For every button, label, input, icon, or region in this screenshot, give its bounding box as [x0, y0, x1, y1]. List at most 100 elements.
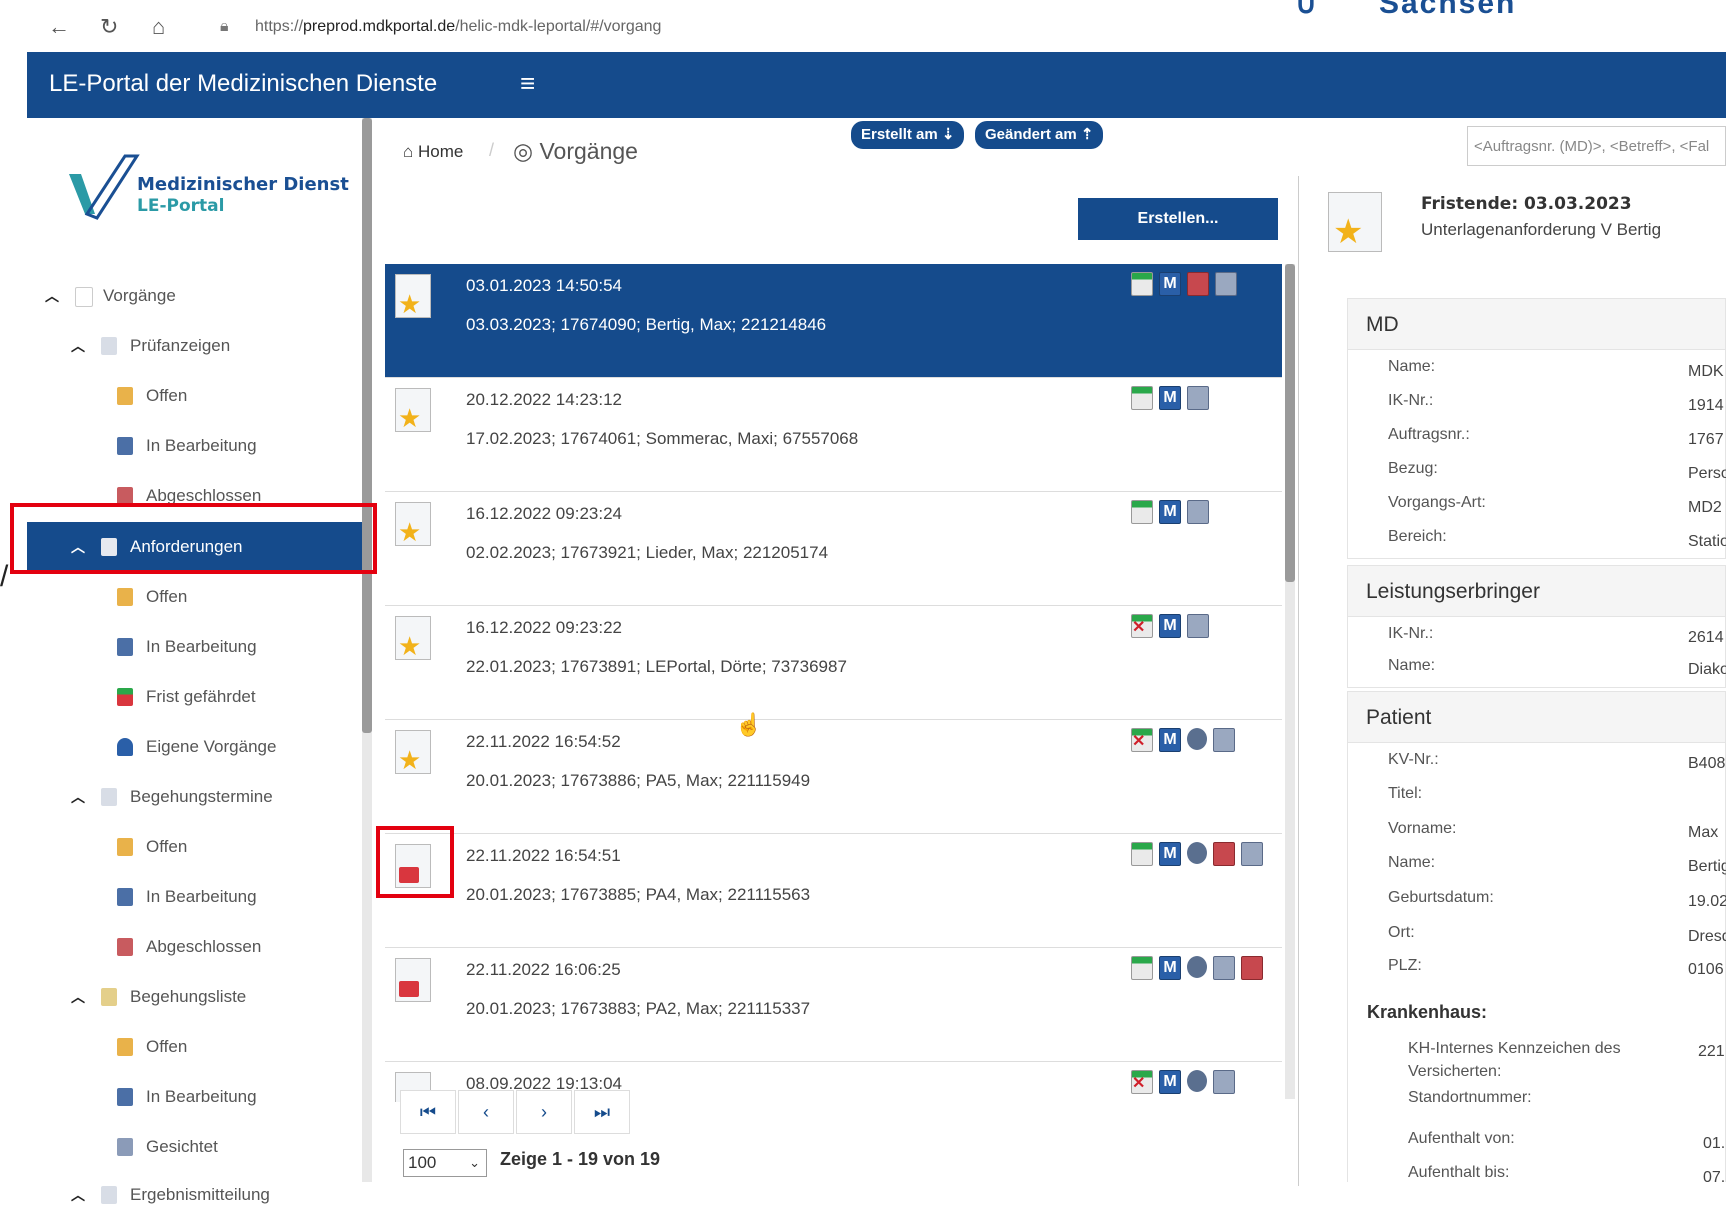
field-value: B408: [1688, 755, 1726, 772]
field-label: IK-Nr.:: [1388, 625, 1434, 642]
medical-plus-icon[interactable]: [1241, 956, 1263, 980]
table-row[interactable]: 22.11.2022 16:06:25 20.01.2023; 17673883…: [385, 948, 1282, 1062]
section-patient-header[interactable]: Patient: [1347, 691, 1726, 743]
sidebar-item-label: Offen: [146, 587, 188, 606]
chevron-up-icon[interactable]: ︿: [71, 1185, 85, 1205]
breadcrumb-home[interactable]: ⌂ Home: [403, 142, 463, 162]
calendar-icon[interactable]: [1131, 956, 1153, 980]
reload-icon[interactable]: ↻: [100, 14, 118, 40]
sort-changed-label: Geändert am: [985, 126, 1077, 143]
sidebar-item-gesichtet[interactable]: Gesichtet: [27, 1124, 365, 1170]
document-icon[interactable]: [1213, 1070, 1235, 1094]
section-md-header[interactable]: MD: [1347, 298, 1726, 350]
calendar-x-icon[interactable]: [1131, 728, 1153, 752]
breadcrumb-home-label: Home: [418, 142, 464, 161]
chevron-up-icon[interactable]: ︿: [71, 987, 85, 1007]
sidebar-item-in-bearbeitung[interactable]: In Bearbeitung: [27, 1074, 365, 1120]
address-bar[interactable]: https://preprod.mdkportal.de/helic-mdk-l…: [255, 18, 661, 36]
sidebar-item-begehungsliste[interactable]: ︿ Begehungsliste: [27, 974, 365, 1020]
m-icon[interactable]: M: [1159, 272, 1181, 296]
sidebar-item-in-bearbeitung[interactable]: In Bearbeitung: [27, 874, 365, 920]
deadline-warning-icon: [117, 688, 133, 706]
hamburger-icon[interactable]: ≡: [520, 68, 535, 99]
field-label: Standortnummer:: [1408, 1089, 1532, 1106]
sidebar-item-offen[interactable]: Offen: [27, 1024, 365, 1070]
table-row[interactable]: ★ 20.12.2022 14:23:12 17.02.2023; 176740…: [385, 378, 1282, 492]
first-page-button[interactable]: ⏮: [400, 1090, 456, 1134]
sidebar-scrollbar[interactable]: [362, 118, 372, 733]
field-label: Name:: [1388, 657, 1436, 674]
cloud-icon[interactable]: [1187, 728, 1207, 750]
table-row[interactable]: ★ 16.12.2022 09:23:24 02.02.2023; 176739…: [385, 492, 1282, 606]
document-icon[interactable]: [1187, 614, 1209, 638]
chevron-up-icon[interactable]: ︿: [71, 787, 85, 807]
document-star-icon: ★: [395, 730, 431, 774]
m-icon[interactable]: M: [1159, 614, 1181, 638]
sidebar-item-abgeschlossen[interactable]: Abgeschlossen: [27, 924, 365, 970]
medical-plus-icon[interactable]: [1213, 842, 1235, 866]
m-icon[interactable]: M: [1159, 842, 1181, 866]
sidebar: Medizinischer Dienst LE-Portal ︿ Vorgäng…: [27, 118, 365, 1204]
m-icon[interactable]: M: [1159, 500, 1181, 524]
medical-plus-icon[interactable]: [1187, 272, 1209, 296]
home-icon[interactable]: ⌂: [152, 14, 165, 40]
row-date: 16.12.2022 09:23:22: [466, 618, 622, 637]
calendar-x-icon[interactable]: [1131, 1070, 1153, 1094]
calendar-x-icon[interactable]: [1131, 614, 1153, 638]
calendar-icon[interactable]: [1131, 842, 1153, 866]
stray-mark: /: [0, 560, 9, 593]
sidebar-item-pruefanzeigen[interactable]: ︿ Prüfanzeigen: [27, 323, 365, 369]
row-info: 03.03.2023; 17674090; Bertig, Max; 22121…: [466, 315, 827, 334]
document-icon[interactable]: [1241, 842, 1263, 866]
next-page-button[interactable]: ›: [516, 1090, 572, 1134]
calendar-icon[interactable]: [1131, 386, 1153, 410]
prev-page-button[interactable]: ‹: [458, 1090, 514, 1134]
section-le-header[interactable]: Leistungserbringer: [1347, 565, 1726, 617]
m-icon[interactable]: M: [1159, 956, 1181, 980]
sidebar-item-ergebnismitteilung[interactable]: ︿ Ergebnismitteilung: [27, 1172, 365, 1218]
row-date: 03.01.2023 14:50:54: [466, 276, 622, 295]
in-progress-icon: [117, 437, 133, 455]
sidebar-item-begehungstermine[interactable]: ︿ Begehungstermine: [27, 774, 365, 820]
m-icon[interactable]: M: [1159, 728, 1181, 752]
create-button[interactable]: Erstellen...: [1078, 198, 1278, 240]
sort-changed-button[interactable]: Geändert am ⇡: [975, 121, 1104, 149]
sidebar-item-offen[interactable]: Offen: [27, 373, 365, 419]
sidebar-item-in-bearbeitung[interactable]: In Bearbeitung: [27, 423, 365, 469]
document-icon[interactable]: [1187, 500, 1209, 524]
row-icons: M: [1131, 956, 1269, 980]
sidebar-item-offen[interactable]: Offen: [27, 824, 365, 870]
sidebar-item-frist-gefaehrdet[interactable]: Frist gefährdet: [27, 674, 365, 720]
m-icon[interactable]: M: [1159, 1070, 1181, 1094]
calendar-icon[interactable]: [1131, 500, 1153, 524]
back-icon[interactable]: ←: [48, 14, 70, 40]
chevron-up-icon[interactable]: ︿: [71, 336, 85, 356]
sidebar-item-label: In Bearbeitung: [146, 887, 257, 906]
page-size-select[interactable]: 100 ⌄: [403, 1149, 487, 1177]
sidebar-item-offen[interactable]: Offen: [27, 574, 365, 620]
document-icon[interactable]: [1213, 956, 1235, 980]
document-icon[interactable]: [1215, 272, 1237, 296]
document-star-icon: ★: [395, 616, 431, 660]
search-input[interactable]: <Auftragsnr. (MD)>, <Betreff>, <Fal: [1467, 126, 1726, 166]
table-row[interactable]: ★ 03.01.2023 14:50:54 03.03.2023; 176740…: [385, 264, 1282, 378]
cloud-icon[interactable]: [1187, 842, 1207, 864]
page-title: ◎ Vorgänge: [513, 138, 638, 165]
table-row[interactable]: 22.11.2022 16:54:51 20.01.2023; 17673885…: [385, 834, 1282, 948]
cloud-icon[interactable]: [1187, 956, 1207, 978]
sidebar-item-vorgaenge[interactable]: ︿ Vorgänge: [27, 273, 365, 319]
list-scrollbar[interactable]: [1285, 264, 1295, 582]
m-icon[interactable]: M: [1159, 386, 1181, 410]
sort-created-button[interactable]: Erstellt am ⇣: [851, 121, 965, 149]
cloud-icon[interactable]: [1187, 1070, 1207, 1092]
document-icon[interactable]: [1187, 386, 1209, 410]
last-page-button[interactable]: ⏭: [574, 1090, 630, 1134]
document-icon[interactable]: [1213, 728, 1235, 752]
sidebar-item-eigene-vorgaenge[interactable]: Eigene Vorgänge: [27, 724, 365, 770]
field-value: 1767: [1688, 431, 1724, 448]
calendar-icon[interactable]: [1131, 272, 1153, 296]
chevron-up-icon[interactable]: ︿: [45, 286, 59, 306]
table-row[interactable]: ★ 22.11.2022 16:54:52 20.01.2023; 176738…: [385, 720, 1282, 834]
sidebar-item-in-bearbeitung[interactable]: In Bearbeitung: [27, 624, 365, 670]
table-row[interactable]: ★ 16.12.2022 09:23:22 22.01.2023; 176738…: [385, 606, 1282, 720]
